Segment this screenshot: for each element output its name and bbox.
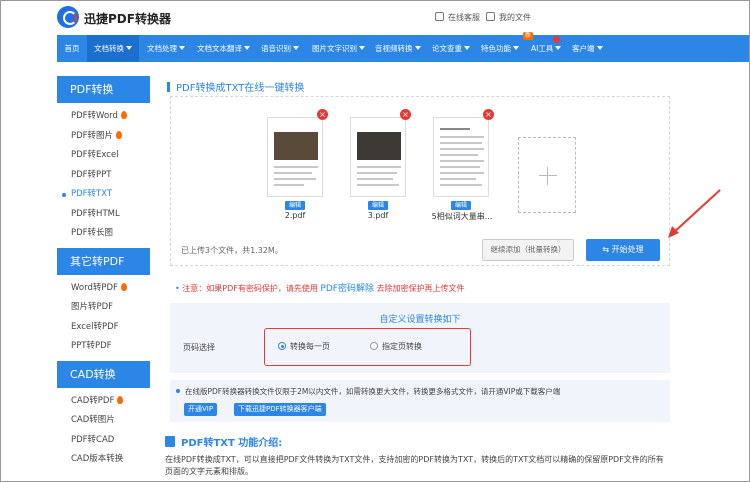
sidebar-item-cad-to-pdf[interactable]: CAD转PDF bbox=[57, 392, 150, 412]
customer-service-link[interactable]: 在线客服 bbox=[435, 12, 480, 23]
sidebar-item-pdf-to-word[interactable]: PDF转Word bbox=[57, 107, 150, 127]
file-thumbnail[interactable] bbox=[350, 117, 406, 197]
sidebar-item-pdf-to-ppt[interactable]: PDF转PPT bbox=[57, 166, 150, 186]
title-bar-icon bbox=[167, 82, 170, 92]
caret-down-icon bbox=[414, 46, 421, 50]
caret-down-icon bbox=[126, 46, 132, 50]
file-name: 5相似词大量串... bbox=[431, 212, 493, 221]
headset-icon bbox=[435, 12, 444, 21]
nav-item-translate[interactable]: 文档文本翻译 bbox=[197, 35, 250, 62]
caret-down-icon bbox=[464, 46, 470, 50]
caret-down-icon bbox=[596, 46, 603, 50]
nav-item-features[interactable]: 特色功能 bbox=[481, 35, 519, 62]
sidebar-group-title: PDF转换 bbox=[57, 76, 150, 103]
sidebar-item-cad-to-image[interactable]: CAD转图片 bbox=[57, 411, 150, 431]
nav-item-doc-process[interactable]: 文档处理 bbox=[147, 35, 185, 62]
document-icon bbox=[165, 436, 175, 447]
nav-item-client[interactable]: 客户端 bbox=[572, 35, 603, 62]
options-panel: 自定义设置转换如下 页码选择 转换每一页 指定页转换 bbox=[170, 303, 670, 373]
radio-convert-every-page[interactable]: 转换每一页 bbox=[278, 341, 330, 352]
sidebar-group-title: 其它转PDF bbox=[57, 247, 150, 275]
sidebar-item-pdf-to-cad[interactable]: PDF转CAD bbox=[57, 431, 150, 451]
file-name: 3.pdf bbox=[367, 211, 389, 220]
edit-file-button[interactable]: 编辑 bbox=[285, 201, 305, 210]
nav-item-home[interactable]: 首页 bbox=[57, 35, 87, 62]
logo-icon[interactable] bbox=[57, 6, 79, 28]
header: 迅捷PDF转换器 在线客服 我的文件 bbox=[0, 0, 750, 35]
sidebar-item-word-to-pdf[interactable]: Word转PDF bbox=[57, 279, 150, 299]
sidebar-item-pdf-to-image[interactable]: PDF转图片 bbox=[57, 127, 150, 147]
convert-icon: ⇆ bbox=[602, 245, 612, 254]
pdf-password-link[interactable]: PDF密码解除 bbox=[320, 284, 374, 294]
intro-text: 在线PDF转换成TXT，可以直接把PDF文件转换为TXT文件，支持加密的PDF转… bbox=[165, 455, 664, 476]
nav-item-media[interactable]: 音视频转换 bbox=[375, 35, 421, 62]
file-icon bbox=[486, 12, 495, 21]
sidebar-item-excel-to-pdf[interactable]: Excel转PDF bbox=[57, 318, 150, 338]
file-thumbnail[interactable] bbox=[267, 117, 323, 197]
fire-icon bbox=[117, 395, 124, 404]
delete-file-icon[interactable]: × bbox=[400, 109, 411, 120]
vip-tip-text: 在线版PDF转换器转换文件仅限于2M以内文件，如需转换更大文件，转换更多格式文件… bbox=[176, 386, 560, 397]
nav-item-doc-convert[interactable]: 文档转换 bbox=[87, 35, 139, 62]
options-title: 自定义设置转换如下 bbox=[379, 315, 461, 325]
file-name: 2.pdf bbox=[284, 211, 306, 220]
vip-tip-panel: 在线版PDF转换器转换文件仅限于2M以内文件，如需转换更大文件，转换更多格式文件… bbox=[170, 380, 670, 422]
intro-title: PDF转TXT 功能介绍: bbox=[165, 434, 282, 449]
my-files-link[interactable]: 我的文件 bbox=[486, 12, 531, 23]
sidebar-item-pdf-to-html[interactable]: PDF转HTML bbox=[57, 205, 150, 225]
upload-area[interactable]: × 编辑 2.pdf × 编辑 3.pdf × 编辑 5相似词大量串... 已上… bbox=[170, 96, 670, 266]
nav-item-plagiarism[interactable]: 论文查重 bbox=[432, 35, 470, 62]
upload-count: 已上传3个文件，共1.32M。 bbox=[181, 246, 283, 255]
delete-file-icon[interactable]: × bbox=[483, 109, 494, 120]
open-vip-button[interactable]: 开通VIP bbox=[184, 403, 218, 416]
sidebar-group-title: CAD转换 bbox=[57, 360, 150, 388]
notification-dot bbox=[553, 36, 560, 43]
page-title: PDF转换成TXT在线一键转换 bbox=[167, 79, 304, 94]
caret-down-icon bbox=[179, 46, 185, 50]
caret-down-icon bbox=[359, 46, 365, 50]
sidebar-item-image-to-pdf[interactable]: 图片转PDF bbox=[57, 298, 150, 318]
delete-file-icon[interactable]: × bbox=[317, 109, 328, 120]
radio-unchecked-icon bbox=[370, 342, 378, 350]
start-process-button[interactable]: ⇆ 开始处理 bbox=[586, 239, 660, 261]
password-notice: • 注意：如果PDF有密码保护，请先使用 PDF密码解除 去除加密保护再上传文件 bbox=[175, 284, 465, 294]
fire-icon bbox=[120, 282, 127, 291]
fire-icon bbox=[120, 111, 127, 119]
main-nav: 首页 文档转换 文档处理 文档文本翻译 语音识别 图片文字识别 音视频转换 论文… bbox=[57, 32, 749, 62]
radio-checked-icon bbox=[278, 342, 286, 350]
sidebar-item-pdf-to-excel[interactable]: PDF转Excel bbox=[57, 146, 150, 166]
caret-down-icon bbox=[555, 46, 562, 50]
fire-icon bbox=[116, 130, 123, 139]
download-client-button[interactable]: 下载迅捷PDF转换器客户端 bbox=[234, 403, 326, 416]
caret-down-icon bbox=[293, 46, 299, 50]
thumbnail-image bbox=[274, 132, 318, 160]
nav-item-ocr[interactable]: 图片文字识别 bbox=[312, 35, 365, 62]
brand-name[interactable]: 迅捷PDF转换器 bbox=[84, 10, 171, 27]
edit-file-button[interactable]: 编辑 bbox=[368, 201, 388, 210]
edit-file-button[interactable]: 编辑 bbox=[451, 201, 471, 210]
nav-item-voice[interactable]: 语音识别 bbox=[261, 35, 299, 62]
file-thumbnail[interactable] bbox=[433, 117, 489, 197]
sidebar-item-cad-version[interactable]: CAD版本转换 bbox=[57, 450, 150, 470]
radio-specify-pages[interactable]: 指定页转换 bbox=[370, 341, 422, 352]
sidebar-item-pdf-to-long-image[interactable]: PDF转长图 bbox=[57, 224, 150, 244]
continue-add-button[interactable]: 继续添加（批量转换） bbox=[482, 239, 574, 261]
sidebar-item-pdf-to-txt[interactable]: PDF转TXT bbox=[57, 185, 150, 205]
add-file-button[interactable] bbox=[518, 137, 576, 213]
sidebar: PDF转换 PDF转Word PDF转图片 PDF转Excel PDF转PPT … bbox=[57, 76, 150, 474]
caret-down-icon bbox=[513, 46, 519, 50]
page-select-label: 页码选择 bbox=[183, 343, 215, 352]
sidebar-item-ppt-to-pdf[interactable]: PPT转PDF bbox=[57, 337, 150, 357]
thumbnail-image bbox=[357, 132, 401, 160]
caret-down-icon bbox=[244, 46, 250, 50]
